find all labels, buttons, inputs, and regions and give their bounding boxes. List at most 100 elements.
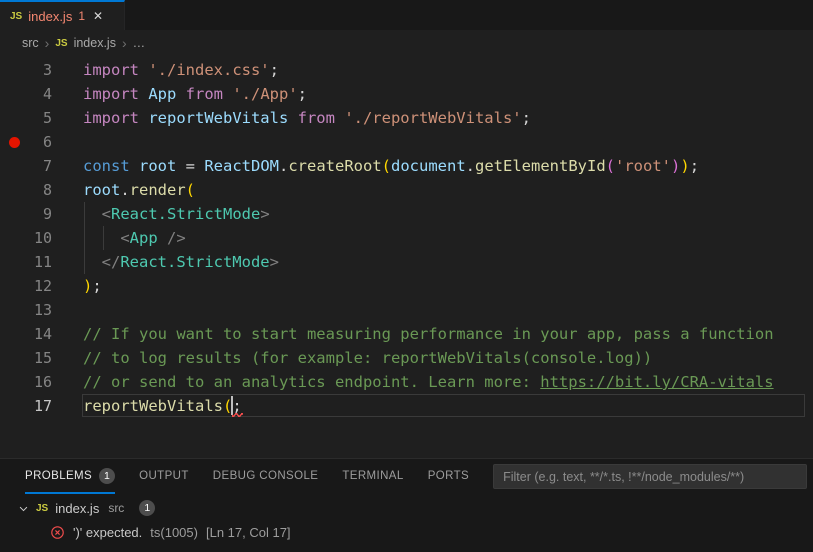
gutter-row: 15 bbox=[0, 346, 83, 370]
breakpoint-margin[interactable] bbox=[0, 322, 28, 346]
code-line[interactable]: // or send to an analytics endpoint. Lea… bbox=[83, 370, 813, 394]
panel-tab-debug-console[interactable]: DEBUG CONSOLE bbox=[213, 459, 319, 494]
code-editor[interactable]: 34567891011121314151617 import './index.… bbox=[0, 56, 813, 458]
code-token: ; bbox=[298, 85, 307, 103]
problems-file-name: index.js bbox=[55, 501, 99, 516]
code-token: ReactDOM bbox=[204, 157, 279, 175]
code-token: ) bbox=[680, 157, 689, 175]
breadcrumb-item[interactable]: … bbox=[133, 36, 146, 50]
tab-file-name: index.js bbox=[28, 9, 72, 24]
code-token: const bbox=[83, 157, 139, 175]
panel-tab-problems[interactable]: PROBLEMS1 bbox=[25, 459, 115, 494]
gutter-row: 14 bbox=[0, 322, 83, 346]
editor-gutter[interactable]: 34567891011121314151617 bbox=[0, 58, 83, 418]
gutter-row: 17 bbox=[0, 394, 83, 418]
code-line[interactable]: <App /> bbox=[83, 226, 813, 250]
code-line[interactable]: root.render( bbox=[83, 178, 813, 202]
code-area[interactable]: import './index.css';import App from './… bbox=[83, 58, 813, 418]
breadcrumb-item[interactable]: src bbox=[22, 36, 39, 50]
gutter-row: 16 bbox=[0, 370, 83, 394]
code-token: // If you want to start measuring perfor… bbox=[83, 325, 774, 343]
breakpoint-margin[interactable] bbox=[0, 370, 28, 394]
code-token: ( bbox=[382, 157, 391, 175]
code-line[interactable]: const root = ReactDOM.createRoot(documen… bbox=[83, 154, 813, 178]
code-token: React.StrictMode bbox=[111, 205, 260, 223]
code-token: root bbox=[139, 157, 186, 175]
breakpoint-margin[interactable] bbox=[0, 274, 28, 298]
breakpoint-margin[interactable] bbox=[0, 82, 28, 106]
code-line[interactable]: ); bbox=[83, 274, 813, 298]
code-token: </ bbox=[83, 253, 120, 271]
tab-index-js[interactable]: JS index.js 1 ✕ bbox=[0, 0, 125, 30]
code-token: React.StrictMode bbox=[120, 253, 269, 271]
gutter-row: 5 bbox=[0, 106, 83, 130]
breadcrumb: src›JSindex.js›… bbox=[0, 30, 813, 56]
breakpoint-margin[interactable] bbox=[0, 250, 28, 274]
code-token: ; bbox=[522, 109, 531, 127]
panel-tab-output[interactable]: OUTPUT bbox=[139, 459, 189, 494]
code-token: . bbox=[279, 157, 288, 175]
problems-tree: JS index.js src 1 ')' expected. ts(1005)… bbox=[0, 494, 813, 544]
tab-error-count: 1 bbox=[78, 9, 85, 23]
close-icon[interactable]: ✕ bbox=[93, 9, 103, 23]
breadcrumb-separator-icon: › bbox=[122, 36, 127, 50]
breakpoint-margin[interactable] bbox=[0, 298, 28, 322]
panel-tab-label: OUTPUT bbox=[139, 470, 189, 482]
code-token: > bbox=[260, 205, 269, 223]
js-file-icon: JS bbox=[10, 11, 22, 22]
comment-link[interactable]: https://bit.ly/CRA-vitals bbox=[540, 373, 773, 391]
code-token: 'root' bbox=[615, 157, 671, 175]
code-line[interactable]: // to log results (for example: reportWe… bbox=[83, 346, 813, 370]
breakpoint-icon bbox=[9, 137, 20, 148]
breakpoint-margin[interactable] bbox=[0, 202, 28, 226]
panel-tab-label: PORTS bbox=[428, 470, 469, 482]
code-line[interactable]: import './index.css'; bbox=[83, 58, 813, 82]
breakpoint-margin[interactable] bbox=[0, 154, 28, 178]
breadcrumb-item[interactable]: index.js bbox=[74, 36, 116, 50]
problem-row[interactable]: ')' expected. ts(1005) [Ln 17, Col 17] bbox=[0, 520, 813, 544]
gutter-row: 8 bbox=[0, 178, 83, 202]
breakpoint-margin[interactable] bbox=[0, 178, 28, 202]
panel-tab-label: DEBUG CONSOLE bbox=[213, 470, 319, 482]
code-line[interactable] bbox=[83, 298, 813, 322]
panel-tab-ports[interactable]: PORTS bbox=[428, 459, 469, 494]
problem-source: ts(1005) bbox=[150, 525, 198, 540]
line-number: 8 bbox=[28, 181, 52, 199]
code-line[interactable] bbox=[83, 130, 813, 154]
panel-tab-terminal[interactable]: TERMINAL bbox=[342, 459, 403, 494]
vscode-window: JS index.js 1 ✕ src›JSindex.js›… 3456789… bbox=[0, 0, 813, 552]
breakpoint-margin[interactable] bbox=[0, 346, 28, 370]
breakpoint-margin[interactable] bbox=[0, 226, 28, 250]
chevron-down-icon[interactable] bbox=[18, 503, 29, 514]
breakpoint-margin[interactable] bbox=[0, 394, 28, 418]
code-line[interactable]: reportWebVitals(; bbox=[83, 394, 813, 418]
breakpoint-margin[interactable] bbox=[0, 58, 28, 82]
code-line[interactable]: </React.StrictMode> bbox=[83, 250, 813, 274]
code-line[interactable]: import reportWebVitals from './reportWeb… bbox=[83, 106, 813, 130]
code-token: // to log results (for example: reportWe… bbox=[83, 349, 652, 367]
code-line[interactable]: import App from './App'; bbox=[83, 82, 813, 106]
code-token: reportWebVitals bbox=[148, 109, 297, 127]
line-number: 12 bbox=[28, 277, 52, 295]
line-number: 10 bbox=[28, 229, 52, 247]
problems-filter-input[interactable] bbox=[493, 464, 807, 489]
line-number: 14 bbox=[28, 325, 52, 343]
gutter-row: 3 bbox=[0, 58, 83, 82]
code-line[interactable]: <React.StrictMode> bbox=[83, 202, 813, 226]
code-token: render bbox=[130, 181, 186, 199]
error-squiggle-token: ; bbox=[232, 394, 241, 418]
code-token: './reportWebVitals' bbox=[344, 109, 521, 127]
gutter-row: 12 bbox=[0, 274, 83, 298]
problem-message: ')' expected. bbox=[73, 525, 142, 540]
code-token: /> bbox=[158, 229, 186, 247]
breakpoint-margin[interactable] bbox=[0, 130, 28, 154]
code-token: ; bbox=[92, 277, 101, 295]
code-token: ) bbox=[671, 157, 680, 175]
line-number: 4 bbox=[28, 85, 52, 103]
breakpoint-margin[interactable] bbox=[0, 106, 28, 130]
problems-file-row[interactable]: JS index.js src 1 bbox=[0, 496, 813, 520]
code-line[interactable]: // If you want to start measuring perfor… bbox=[83, 322, 813, 346]
js-file-icon: JS bbox=[36, 503, 48, 514]
line-number: 3 bbox=[28, 61, 52, 79]
code-token: App bbox=[148, 85, 185, 103]
